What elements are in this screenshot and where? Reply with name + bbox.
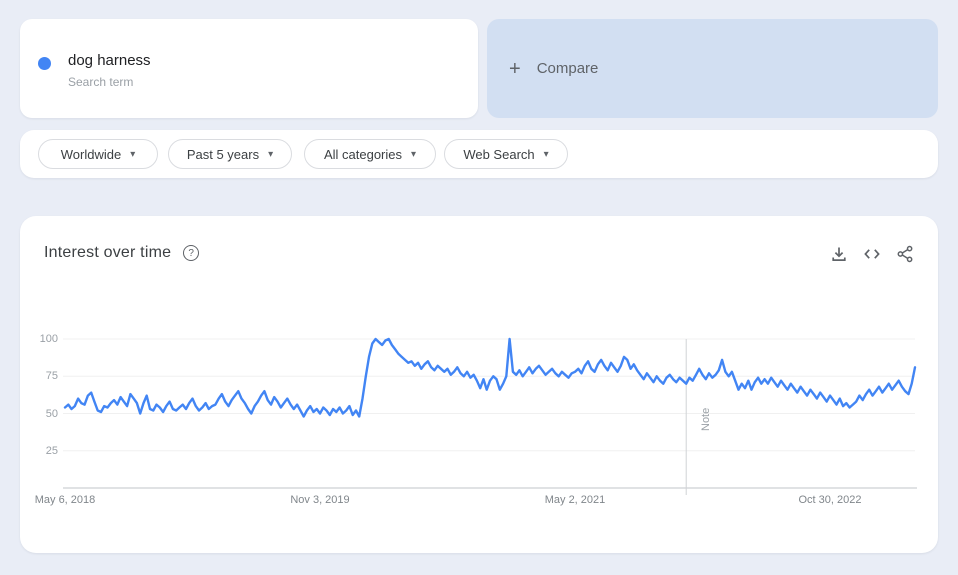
interest-over-time-card: Interest over time ? 100 75 50 25 May 6,… — [20, 216, 938, 553]
filter-category-label: All categories — [323, 146, 402, 162]
filter-searchtype-dropdown[interactable]: Web Search ▾ — [444, 139, 568, 169]
compare-card[interactable]: + Compare — [487, 19, 938, 118]
search-term-label: dog harness — [68, 52, 151, 69]
x-axis-tick: Nov 3, 2019 — [290, 494, 350, 506]
x-axis-tick: Oct 30, 2022 — [798, 494, 862, 506]
x-axis-tick: May 6, 2018 — [34, 494, 96, 506]
search-term-type: Search term — [68, 75, 134, 89]
filter-searchtype-label: Web Search — [463, 146, 535, 162]
chevron-down-icon: ▾ — [268, 148, 274, 160]
filter-category-dropdown[interactable]: All categories ▾ — [304, 139, 436, 169]
chevron-down-icon: ▾ — [130, 148, 136, 160]
filter-region-label: Worldwide — [60, 146, 122, 162]
compare-inner: + Compare — [509, 19, 598, 118]
trend-plot[interactable]: 100 75 50 25 May 6, 2018 Nov 3, 2019 May… — [20, 216, 938, 553]
x-axis-tick: May 2, 2021 — [544, 494, 606, 506]
filter-region-dropdown[interactable]: Worldwide ▾ — [38, 139, 158, 169]
compare-label: Compare — [536, 60, 599, 77]
chevron-down-icon: ▾ — [543, 148, 549, 160]
filter-bar: Worldwide ▾ Past 5 years ▾ All categorie… — [20, 130, 938, 178]
search-term-card[interactable]: dog harness Search term — [20, 19, 478, 118]
filter-timerange-dropdown[interactable]: Past 5 years ▾ — [168, 139, 292, 169]
chevron-down-icon: ▾ — [411, 148, 417, 160]
filter-timerange-label: Past 5 years — [186, 146, 260, 162]
note-marker-label[interactable]: Note — [700, 408, 712, 431]
plus-icon: + — [509, 57, 521, 80]
series-color-dot-icon — [38, 57, 51, 70]
